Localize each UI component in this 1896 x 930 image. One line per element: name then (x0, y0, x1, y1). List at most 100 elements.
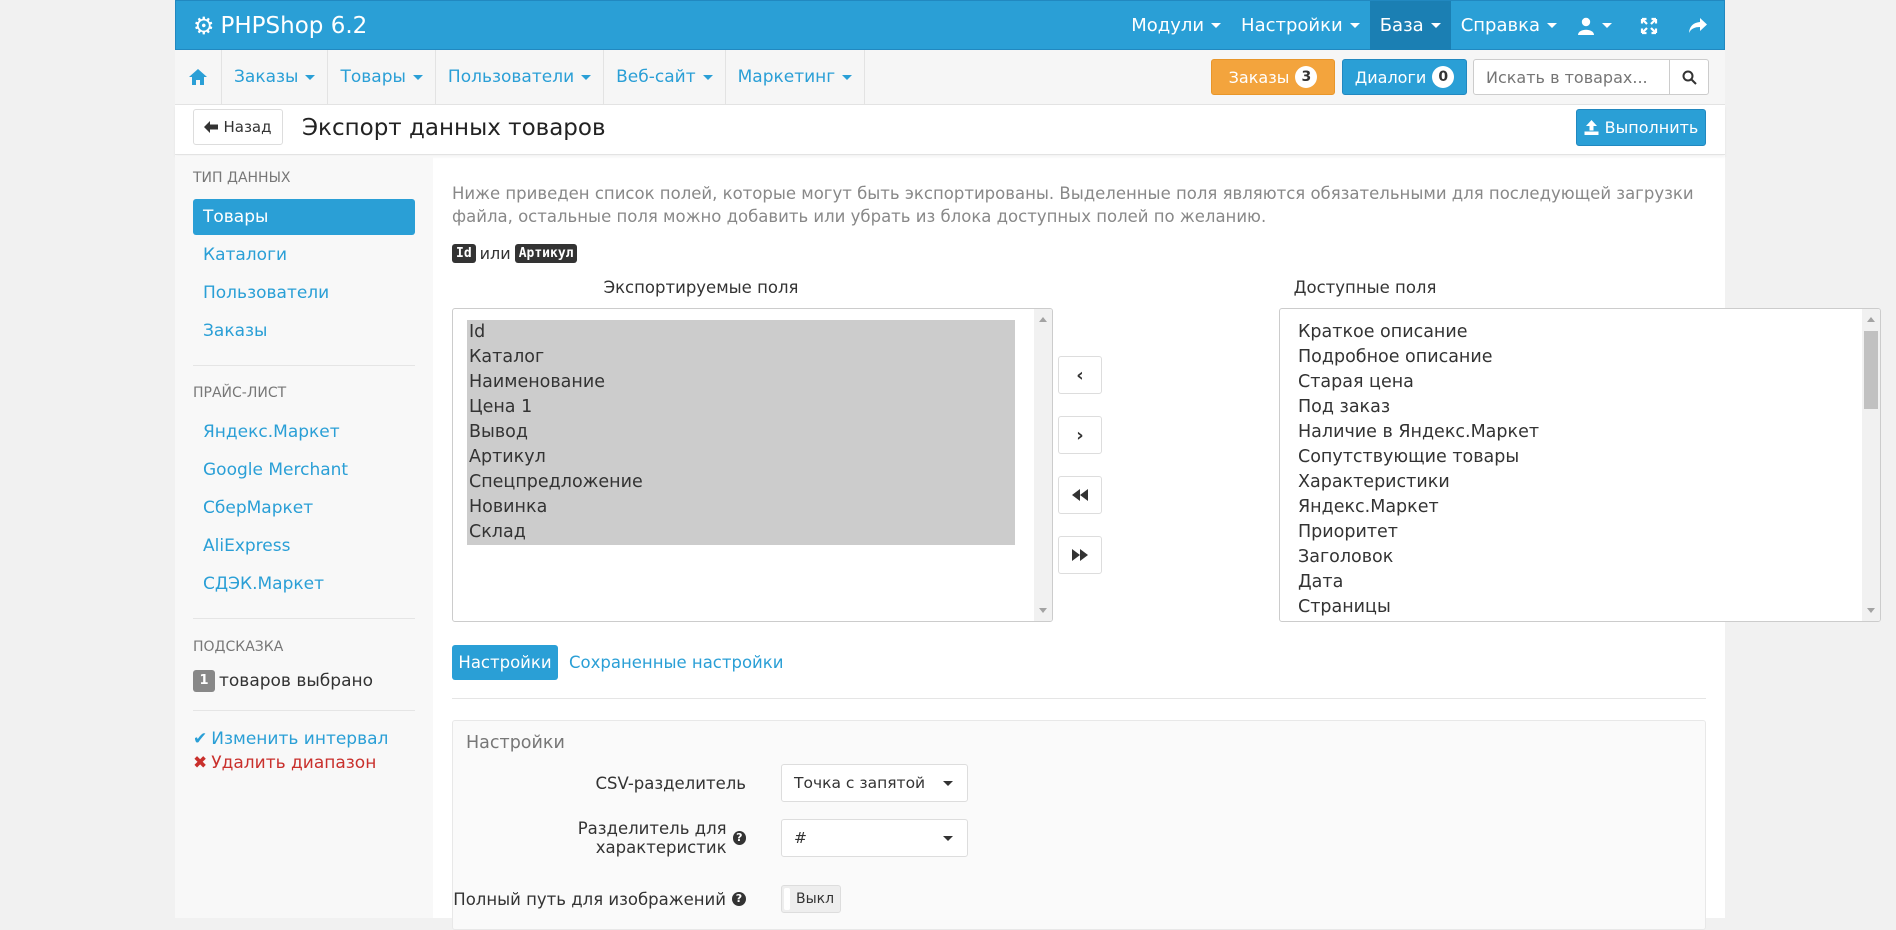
subnav-marketing[interactable]: Маркетинг (726, 50, 866, 104)
list-item[interactable]: Приоритет (1296, 520, 1539, 545)
list-item[interactable]: Новинка (467, 495, 1015, 520)
scrollbar-thumb[interactable] (1864, 331, 1878, 409)
topnav-settings[interactable]: Настройки (1231, 1, 1370, 50)
char-separator-select[interactable]: # (781, 819, 968, 857)
user-menu[interactable] (1567, 1, 1622, 50)
list-item[interactable]: Вывод (467, 420, 1015, 445)
move-left-button[interactable]: ‹ (1058, 356, 1102, 394)
caret-down-icon (842, 74, 853, 80)
caret-down-icon (1349, 23, 1360, 28)
scroll-down-icon[interactable] (1039, 608, 1047, 613)
list-item[interactable]: Склад (467, 520, 1015, 545)
sidebar-item-google-merchant[interactable]: Google Merchant (193, 452, 415, 488)
available-list-scrollbar[interactable] (1862, 309, 1880, 621)
code-or: или (479, 244, 511, 263)
fullscreen-button[interactable] (1622, 1, 1676, 50)
image-path-toggle[interactable]: Выкл (781, 885, 841, 913)
page-title: Экспорт данных товаров (302, 115, 606, 141)
tabs-divider (452, 698, 1706, 699)
page-header: Назад Экспорт данных товаров Выполнить (175, 105, 1725, 155)
exported-list-scrollbar[interactable] (1034, 309, 1052, 621)
sidebar-item-products[interactable]: Товары (193, 199, 415, 235)
tab-saved-settings[interactable]: Сохраненные настройки (569, 645, 783, 680)
topnav-database[interactable]: База (1369, 1, 1451, 50)
orders-button[interactable]: Заказы 3 (1211, 59, 1335, 95)
sidebar-item-aliexpress[interactable]: AliExpress (193, 528, 415, 564)
list-item[interactable]: Артикул (467, 445, 1015, 470)
sidebar-item-yandex-market[interactable]: Яндекс.Маркет (193, 414, 415, 450)
list-item[interactable]: Дата (1296, 570, 1539, 595)
list-item[interactable]: Каталог (467, 345, 1015, 370)
move-all-left-button[interactable] (1058, 476, 1102, 514)
run-button[interactable]: Выполнить (1576, 109, 1706, 146)
sidebar-item-users[interactable]: Пользователи (193, 275, 415, 311)
secondary-nav: Заказы Товары Пользователи Веб-сайт Марк… (175, 50, 866, 104)
list-item[interactable]: Наличие в Яндекс.Маркет (1296, 420, 1539, 445)
change-interval-link[interactable]: ✔ Изменить интервал (193, 729, 388, 749)
home-button[interactable] (175, 50, 222, 104)
topnav-modules[interactable]: Модули (1121, 1, 1231, 50)
sidebar: Тип данных Товары Каталоги Пользователи … (175, 156, 433, 918)
dialogs-button[interactable]: Диалоги 0 (1342, 59, 1467, 95)
topnav-database-label: База (1379, 15, 1424, 36)
sidebar-item-catalogs[interactable]: Каталоги (193, 237, 415, 273)
change-interval-label: Изменить интервал (211, 729, 389, 749)
back-button[interactable]: Назад (193, 109, 283, 145)
subnav-users[interactable]: Пользователи (436, 50, 605, 104)
orders-button-label: Заказы (1228, 67, 1290, 87)
subnav-users-label: Пользователи (447, 67, 575, 87)
csv-separator-value: Точка с запятой (794, 774, 926, 792)
gear-icon: ⚙ (193, 12, 215, 40)
available-fields-list[interactable]: Краткое описание Подробное описание Стар… (1279, 308, 1881, 622)
list-item[interactable]: Страницы (1296, 595, 1539, 620)
search-input[interactable] (1474, 60, 1669, 94)
available-fields-title: Доступные поля (1293, 278, 1437, 297)
top-navbar: ⚙ PHPShop 6.2 Модули Настройки База Спра… (175, 0, 1725, 50)
double-arrow-right-icon (1072, 549, 1088, 561)
list-item[interactable]: Яндекс.Маркет (1296, 495, 1539, 520)
list-item[interactable]: Заголовок (1296, 545, 1539, 570)
list-item[interactable]: Подробное описание (1296, 345, 1539, 370)
share-button[interactable] (1676, 1, 1724, 50)
list-item[interactable]: Id (467, 320, 1015, 345)
scroll-down-icon[interactable] (1867, 608, 1875, 613)
scroll-up-icon[interactable] (1867, 317, 1875, 322)
list-item[interactable]: Цена 1 (467, 395, 1015, 420)
delete-range-link[interactable]: ✖ Удалить диапазон (193, 753, 376, 773)
app-shell: ⚙ PHPShop 6.2 Модули Настройки База Спра… (175, 0, 1881, 930)
fullscreen-icon (1640, 17, 1658, 34)
list-item[interactable]: Под заказ (1296, 395, 1539, 420)
scroll-up-icon[interactable] (1039, 317, 1047, 322)
subnav-products[interactable]: Товары (328, 50, 436, 104)
list-item[interactable]: Старая цена (1296, 370, 1539, 395)
exported-fields-list[interactable]: Id Каталог Наименование Цена 1 Вывод Арт… (452, 308, 1053, 622)
available-fields-items: Краткое описание Подробное описание Стар… (1296, 320, 1539, 620)
list-item[interactable]: Сопутствующие товары (1296, 445, 1539, 470)
question-icon[interactable]: ? (732, 892, 746, 906)
subnav-website[interactable]: Веб-сайт (604, 50, 726, 104)
brand[interactable]: ⚙ PHPShop 6.2 (193, 1, 367, 51)
list-item[interactable]: Спецпредложение (467, 470, 1015, 495)
caret-down-icon (412, 74, 423, 80)
caret-down-icon (305, 74, 316, 80)
sidebar-item-sbermarket[interactable]: СберМаркет (193, 490, 415, 526)
sidebar-item-cdek-market[interactable]: СДЭК.Маркет (193, 566, 415, 602)
user-icon (1578, 17, 1594, 35)
list-item[interactable]: Наименование (467, 370, 1015, 395)
char-separator-field-label: Разделитель для характеристик ? (453, 819, 746, 857)
search-button[interactable] (1669, 60, 1708, 94)
tab-settings[interactable]: Настройки (452, 645, 558, 680)
sidebar-item-orders[interactable]: Заказы (193, 313, 415, 349)
csv-separator-select[interactable]: Точка с запятой (781, 764, 968, 802)
main-content: Ниже приведен список полей, которые могу… (433, 156, 1881, 930)
subnav-orders[interactable]: Заказы (222, 50, 329, 104)
move-right-button[interactable]: › (1058, 416, 1102, 454)
char-separator-value: # (794, 829, 807, 847)
question-icon[interactable]: ? (732, 831, 746, 845)
caret-down-icon (1430, 23, 1441, 28)
topnav-help[interactable]: Справка (1451, 1, 1567, 50)
list-item[interactable]: Краткое описание (1296, 320, 1539, 345)
move-all-right-button[interactable] (1058, 536, 1102, 574)
list-item[interactable]: Характеристики (1296, 470, 1539, 495)
caret-down-icon (943, 781, 953, 786)
